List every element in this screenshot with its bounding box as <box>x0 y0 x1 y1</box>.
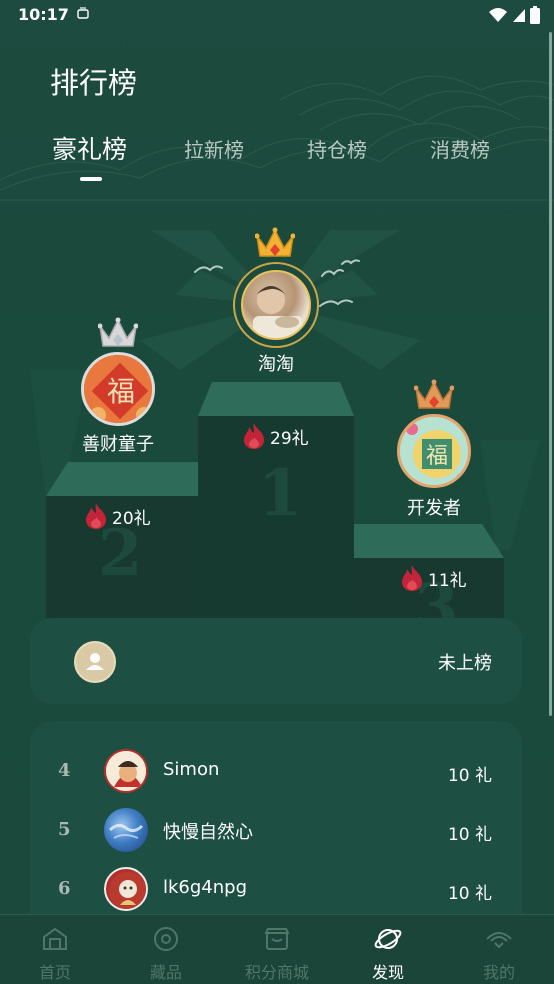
my-rank-status: 未上榜 <box>438 653 492 674</box>
bronze-crown-icon <box>414 379 454 409</box>
first-place-gifts: 29礼 <box>242 422 309 450</box>
avatar[interactable] <box>241 270 311 340</box>
list-value: 10 礼 <box>447 766 492 786</box>
nav-discover-label: 发现 <box>371 963 404 982</box>
second-place-gift-count: 20礼 <box>112 508 151 529</box>
status-icons <box>488 6 540 24</box>
default-user-icon <box>86 653 104 670</box>
svg-text:福: 福 <box>426 444 448 469</box>
list-name: lk6g4npg <box>163 877 248 898</box>
earth-icon <box>108 823 144 839</box>
podium-step-top-1 <box>198 382 354 416</box>
app-screen: 10:17 排行榜 豪礼榜 拉新榜 持仓榜 消费榜 2 1 3 淘淘 29礼 福… <box>0 0 554 984</box>
nav-profile-label: 我的 <box>482 963 515 982</box>
podium-step-top-2 <box>46 462 198 496</box>
list-item[interactable]: 4 Simon 10 礼 <box>30 747 522 797</box>
first-place-gift-count: 29礼 <box>270 428 309 449</box>
avatar[interactable]: 福 <box>81 352 155 426</box>
rank-number-1: 1 <box>258 456 303 531</box>
list-rank: 6 <box>58 878 71 899</box>
tab-new-invites[interactable]: 拉新榜 <box>184 134 244 163</box>
nav-store-label: 积分商城 <box>244 963 309 982</box>
silver-crown-icon <box>98 317 138 347</box>
cellular-icon <box>513 9 525 22</box>
gold-crown-icon <box>255 227 295 257</box>
planet-icon <box>374 929 402 949</box>
wifi-icon <box>489 8 507 22</box>
third-place-gift-count: 11礼 <box>428 570 467 591</box>
home-icon <box>43 927 67 950</box>
nav-collection-label: 藏品 <box>149 963 182 982</box>
store-icon <box>264 928 290 950</box>
bottom-navigation: 首页 藏品 积分商城 发现 我的 <box>0 914 554 984</box>
ranking-tabs: 豪礼榜 拉新榜 持仓榜 消费榜 <box>0 130 554 190</box>
third-place-name: 开发者 <box>407 498 461 519</box>
tab-spending[interactable]: 消费榜 <box>430 134 490 163</box>
my-avatar[interactable] <box>74 641 116 683</box>
tab-holdings[interactable]: 持仓榜 <box>307 134 367 163</box>
my-rank-card[interactable]: 未上榜 <box>30 618 522 704</box>
flame-icon <box>244 423 264 449</box>
tab-luxury-gifts[interactable]: 豪礼榜 <box>52 130 127 166</box>
flame-icon <box>86 503 106 529</box>
scrollbar[interactable] <box>549 32 552 716</box>
nav-store[interactable]: 积分商城 <box>222 915 332 984</box>
list-item[interactable]: 5 快慢自然心 10 礼 <box>30 806 522 856</box>
profile-icon <box>486 932 512 949</box>
list-rank: 5 <box>58 819 71 840</box>
second-place-gifts: 20礼 <box>84 502 151 530</box>
podium-step-top-3 <box>354 524 504 558</box>
first-place-name: 淘淘 <box>258 354 294 375</box>
status-bar: 10:17 <box>0 0 554 32</box>
list-name: Simon <box>163 759 220 780</box>
avatar[interactable] <box>104 867 148 911</box>
list-rank: 4 <box>58 760 71 781</box>
nav-collection[interactable]: 藏品 <box>111 915 221 984</box>
active-tab-indicator <box>80 177 102 181</box>
zodiac-figure-icon <box>109 872 146 909</box>
nav-home-label: 首页 <box>38 963 71 982</box>
list-value: 10 礼 <box>447 884 492 904</box>
cartoon-face-icon <box>106 751 146 791</box>
avatar[interactable]: 福 <box>397 414 471 488</box>
battery-icon <box>530 6 540 24</box>
nav-home[interactable]: 首页 <box>0 915 110 984</box>
third-place-gifts: 11礼 <box>400 564 467 592</box>
status-time: 10:17 <box>18 5 69 24</box>
avatar[interactable] <box>104 808 148 852</box>
svg-text:福: 福 <box>107 375 135 408</box>
flame-icon <box>402 565 422 591</box>
list-item[interactable]: 6 lk6g4npg 10 礼 <box>30 865 522 915</box>
nav-discover[interactable]: 发现 <box>333 915 443 984</box>
notification-icon <box>77 7 89 19</box>
page-title: 排行榜 <box>50 66 138 100</box>
list-name: 快慢自然心 <box>163 822 253 843</box>
podium: 2 1 3 淘淘 29礼 福 善财童子 20礼 福 开发者 11礼 <box>0 210 554 645</box>
list-value: 10 礼 <box>447 825 492 845</box>
avatar[interactable] <box>104 749 148 793</box>
collection-icon <box>154 927 178 951</box>
second-place-name: 善财童子 <box>82 434 154 455</box>
nav-profile[interactable]: 我的 <box>444 915 554 984</box>
